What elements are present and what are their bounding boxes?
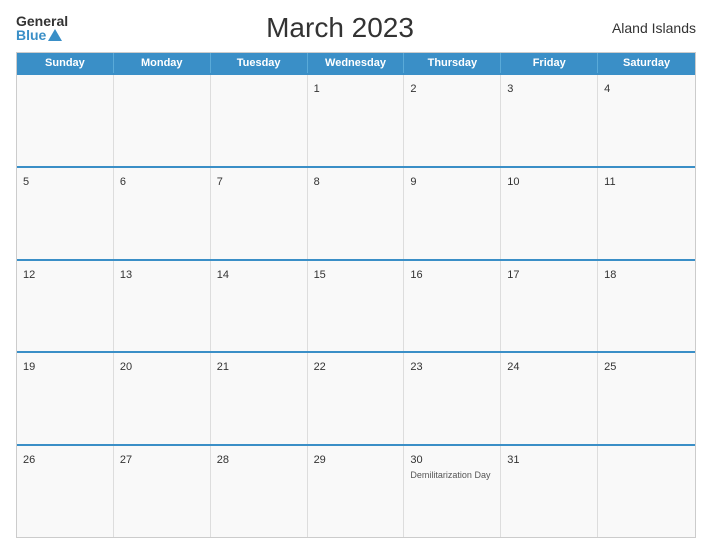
cell-w2-sat: 11 [598,168,695,259]
cell-w4-fri: 24 [501,353,598,444]
calendar-body: 1 2 3 4 5 6 7 8 9 10 11 12 13 14 15 16 [17,73,695,537]
cell-w4-mon: 20 [114,353,211,444]
cell-w5-thu: 30 Demilitarization Day [404,446,501,537]
cell-w5-wed: 29 [308,446,405,537]
cell-w3-mon: 13 [114,261,211,352]
cell-w3-sun: 12 [17,261,114,352]
cell-w5-sun: 26 [17,446,114,537]
region-label: Aland Islands [612,20,696,36]
cell-w4-sun: 19 [17,353,114,444]
logo: General Blue [16,14,68,42]
header-friday: Friday [501,53,598,73]
calendar-week-5: 26 27 28 29 30 Demilitarization Day 31 [17,444,695,537]
header-tuesday: Tuesday [211,53,308,73]
logo-triangle-icon [48,29,62,41]
cell-w4-wed: 22 [308,353,405,444]
cell-w3-tue: 14 [211,261,308,352]
cell-w3-fri: 17 [501,261,598,352]
cell-w1-thu: 2 [404,75,501,166]
cell-w2-wed: 8 [308,168,405,259]
cell-w2-tue: 7 [211,168,308,259]
event-demilitarization: Demilitarization Day [410,470,494,482]
cell-w2-fri: 10 [501,168,598,259]
calendar-page: General Blue March 2023 Aland Islands Su… [0,0,712,550]
calendar-week-4: 19 20 21 22 23 24 25 [17,351,695,444]
calendar-title: March 2023 [68,12,612,44]
cell-w2-mon: 6 [114,168,211,259]
header-sunday: Sunday [17,53,114,73]
cell-w5-fri: 31 [501,446,598,537]
cell-w1-sun [17,75,114,166]
cell-w1-mon [114,75,211,166]
calendar-week-2: 5 6 7 8 9 10 11 [17,166,695,259]
cell-w1-fri: 3 [501,75,598,166]
header-thursday: Thursday [404,53,501,73]
logo-general-text: General [16,14,68,28]
cell-w1-tue [211,75,308,166]
cell-w1-sat: 4 [598,75,695,166]
cell-w5-tue: 28 [211,446,308,537]
page-header: General Blue March 2023 Aland Islands [16,12,696,44]
cell-w5-mon: 27 [114,446,211,537]
cell-w3-wed: 15 [308,261,405,352]
calendar-week-3: 12 13 14 15 16 17 18 [17,259,695,352]
cell-w4-tue: 21 [211,353,308,444]
calendar-week-1: 1 2 3 4 [17,73,695,166]
header-monday: Monday [114,53,211,73]
cell-w3-sat: 18 [598,261,695,352]
header-saturday: Saturday [598,53,695,73]
cell-w4-thu: 23 [404,353,501,444]
header-wednesday: Wednesday [308,53,405,73]
calendar-grid: Sunday Monday Tuesday Wednesday Thursday… [16,52,696,538]
cell-w3-thu: 16 [404,261,501,352]
cell-w4-sat: 25 [598,353,695,444]
calendar-header-row: Sunday Monday Tuesday Wednesday Thursday… [17,53,695,73]
cell-w5-sat [598,446,695,537]
cell-w2-thu: 9 [404,168,501,259]
logo-blue-text: Blue [16,28,68,42]
cell-w2-sun: 5 [17,168,114,259]
cell-w1-wed: 1 [308,75,405,166]
